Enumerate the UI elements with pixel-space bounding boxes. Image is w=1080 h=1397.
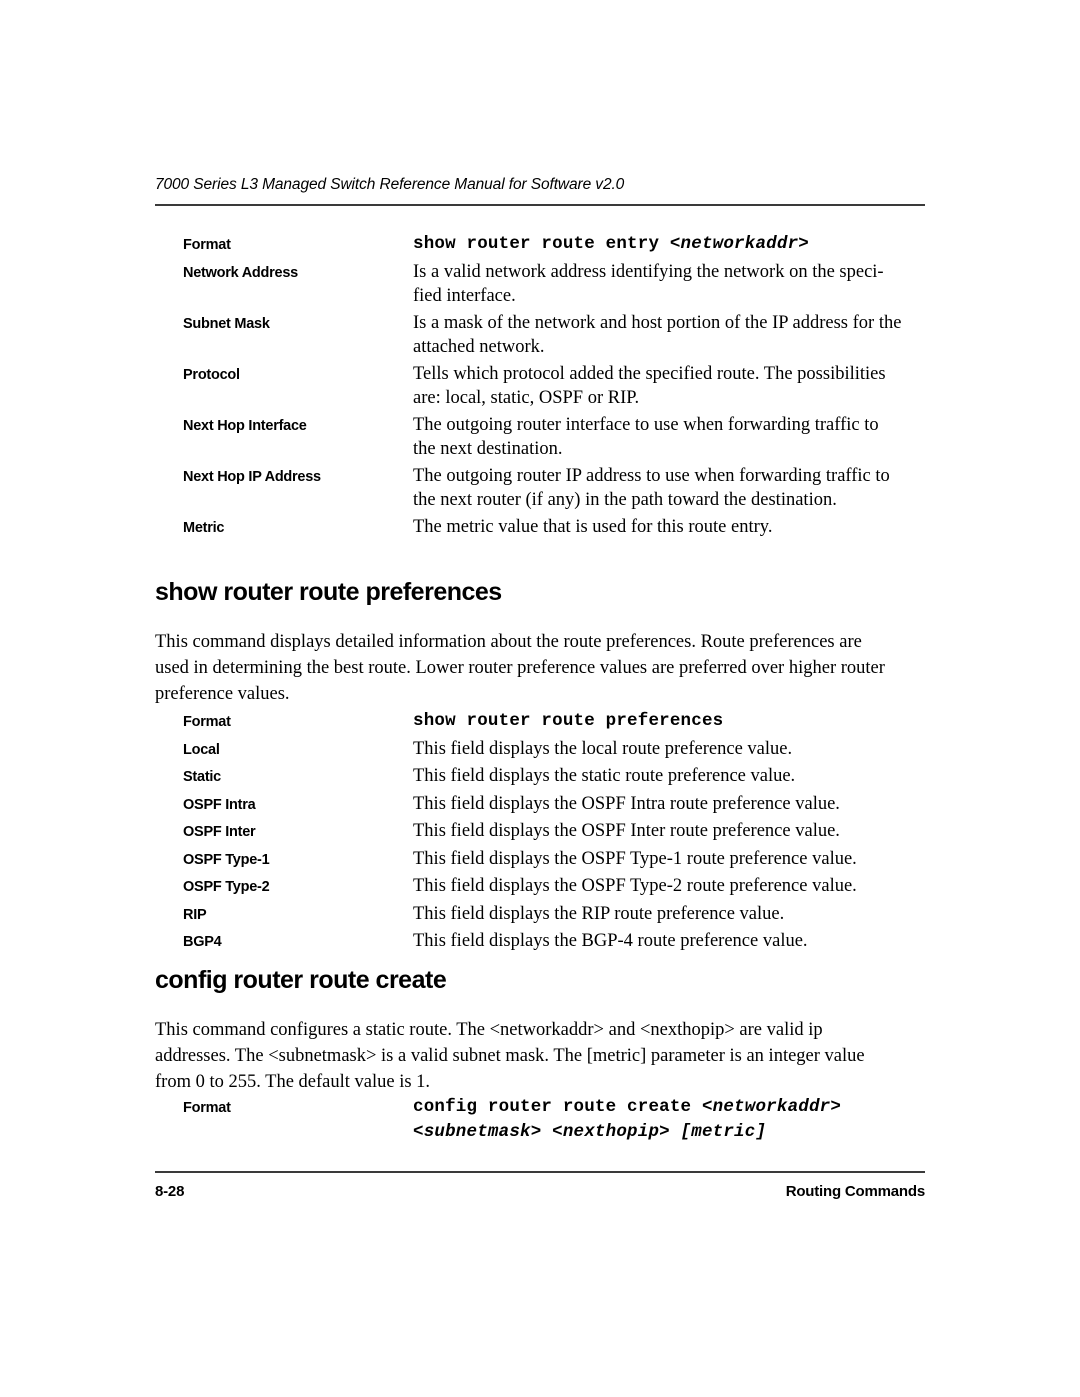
definition-description: This field displays the static route pre… <box>413 764 925 790</box>
paragraph-line: addresses. The <subnetmask> is a valid s… <box>155 1046 865 1066</box>
description-line: attached network. <box>413 337 545 357</box>
description-line: The metric value that is used for this r… <box>413 516 773 537</box>
definition-description: show router route entry <networkaddr> <box>413 232 925 257</box>
running-header: 7000 Series L3 Managed Switch Reference … <box>155 176 625 193</box>
definition-row: Local This field displays the local route… <box>183 737 925 764</box>
definition-description: The outgoing router interface to use whe… <box>413 413 925 462</box>
definition-term: OSPF Type-1 <box>183 851 270 868</box>
definition-description: config router route create <networkaddr>… <box>413 1095 925 1144</box>
definition-row: BGP4 This field displays the BGP-4 route … <box>183 929 925 956</box>
description-line: are: local, static, OSPF or RIP. <box>413 388 640 408</box>
command-format-line: show router route preferences <box>413 709 925 734</box>
definition-description: This field displays the OSPF Inter route… <box>413 819 925 845</box>
description-line: fied interface. <box>413 286 516 306</box>
definition-description: This field displays the BGP-4 route pref… <box>413 929 925 955</box>
format-placeholder: <networkaddr> <box>669 234 809 254</box>
format-keyword: show router route preferences <box>413 711 724 731</box>
document-page: 7000 Series L3 Managed Switch Reference … <box>0 0 1080 1397</box>
description-line: The outgoing router IP address to use wh… <box>413 465 890 486</box>
definition-term: Network Address <box>183 264 298 281</box>
definition-term: Static <box>183 769 221 785</box>
definition-term: OSPF Type-2 <box>183 879 270 895</box>
definition-row: Protocol Tells which protocol added the s… <box>183 362 925 411</box>
format-keyword: config router route create <box>413 1097 702 1117</box>
format-keyword: show router route entry <box>413 234 670 254</box>
description-line: The outgoing router interface to use whe… <box>413 414 879 435</box>
definition-list-route-preferences: Format show router route preferences Local… <box>183 709 925 957</box>
format-placeholder: <subnetmask> <nexthopip> [metric] <box>413 1121 767 1142</box>
definition-row: Format show router route entry <networkad… <box>183 232 925 258</box>
definition-row: Next Hop Interface The outgoing router in… <box>183 413 925 462</box>
paragraph-line: This command displays detailed informati… <box>155 632 862 652</box>
definition-term: Format <box>183 237 231 253</box>
definition-description: The metric value that is used for this r… <box>413 515 925 540</box>
definition-row: Subnet Mask Is a mask of the network and … <box>183 311 925 360</box>
definition-term: BGP4 <box>183 934 222 950</box>
definition-description: This field displays the RIP route prefer… <box>413 902 925 928</box>
description-line: This field displays the BGP-4 route pref… <box>413 931 808 951</box>
definition-term: Metric <box>183 519 225 536</box>
definition-row: OSPF Inter This field displays the OSPF I… <box>183 819 925 846</box>
command-format-line: config router route create <networkaddr> <box>413 1095 925 1120</box>
paragraph-line: from 0 to 255. The default value is 1. <box>155 1072 431 1092</box>
definition-term: Local <box>183 741 220 758</box>
definition-description: Is a valid network address identifying t… <box>413 260 925 309</box>
definition-term: RIP <box>183 906 207 923</box>
definition-term: Protocol <box>183 366 240 383</box>
paragraph-line: preference values. <box>155 684 290 704</box>
definition-term: Subnet Mask <box>183 315 270 332</box>
description-line: the next router (if any) in the path tow… <box>413 490 837 510</box>
definition-term: Next Hop Interface <box>183 417 307 434</box>
definition-description: Tells which protocol added the specified… <box>413 362 925 411</box>
definition-description: show router route preferences <box>413 709 925 734</box>
definition-term: OSPF Intra <box>183 796 256 813</box>
definition-term: OSPF Inter <box>183 824 256 840</box>
footer-section-name: Routing Commands <box>785 1183 925 1200</box>
description-line: This field displays the local route pref… <box>413 738 793 759</box>
paragraph-line: used in determining the best route. Lowe… <box>155 658 885 678</box>
definition-term: Format <box>183 1100 231 1116</box>
definition-term: Next Hop IP Address <box>183 468 321 485</box>
definition-row: OSPF Intra This field displays the OSPF I… <box>183 792 925 819</box>
paragraph-line: This command configures a static route. … <box>155 1020 823 1040</box>
definition-description: This field displays the OSPF Type-2 rout… <box>413 874 925 900</box>
description-line: the next destination. <box>413 439 563 459</box>
description-line: This field displays the OSPF Inter route… <box>413 821 840 841</box>
description-line: This field displays the static route pre… <box>413 766 796 786</box>
heading-show-router-route-preferences: show router route preferences <box>155 578 502 606</box>
footer-rule <box>155 1171 925 1173</box>
definition-description: The outgoing router IP address to use wh… <box>413 464 925 513</box>
footer-page-number: 8-28 <box>155 1183 185 1200</box>
definition-list-route-entry: Format show router route entry <networkad… <box>183 232 925 542</box>
definition-row: Format config router route create <networ… <box>183 1095 925 1144</box>
definition-row: OSPF Type-2 This field displays the OSPF … <box>183 874 925 901</box>
command-format-line: <subnetmask> <nexthopip> [metric] <box>413 1120 925 1145</box>
definition-description: This field displays the local route pref… <box>413 737 925 763</box>
description-line: This field displays the OSPF Type-1 rout… <box>413 848 857 869</box>
definition-list-route-create: Format config router route create <networ… <box>183 1095 925 1146</box>
description-line: This field displays the OSPF Type-2 rout… <box>413 876 857 896</box>
description-line: This field displays the RIP route prefer… <box>413 903 785 924</box>
description-line: Is a mask of the network and host portio… <box>413 312 902 333</box>
definition-description: This field displays the OSPF Intra route… <box>413 792 925 818</box>
definition-description: This field displays the OSPF Type-1 rout… <box>413 847 925 873</box>
paragraph-show-router-route-preferences: This command displays detailed informati… <box>155 629 930 707</box>
format-placeholder: <networkaddr> <box>701 1097 842 1117</box>
definition-row: Network Address Is a valid network addres… <box>183 260 925 309</box>
definition-term: Format <box>183 714 231 730</box>
definition-row: Metric The metric value that is used for … <box>183 515 925 541</box>
definition-row: Format show router route preferences <box>183 709 925 736</box>
heading-config-router-route-create: config router route create <box>155 966 447 994</box>
definition-row: Static This field displays the static rou… <box>183 764 925 791</box>
command-format-line: show router route entry <networkaddr> <box>413 232 925 257</box>
header-rule <box>155 204 925 206</box>
definition-description: Is a mask of the network and host portio… <box>413 311 925 360</box>
paragraph-config-router-route-create: This command configures a static route. … <box>155 1017 930 1095</box>
description-line: Is a valid network address identifying t… <box>413 261 884 282</box>
definition-row: Next Hop IP Address The outgoing router I… <box>183 464 925 513</box>
description-line: This field displays the OSPF Intra route… <box>413 793 840 814</box>
definition-row: OSPF Type-1 This field displays the OSPF … <box>183 847 925 874</box>
description-line: Tells which protocol added the specified… <box>413 363 886 384</box>
definition-row: RIP This field displays the RIP route pre… <box>183 902 925 929</box>
